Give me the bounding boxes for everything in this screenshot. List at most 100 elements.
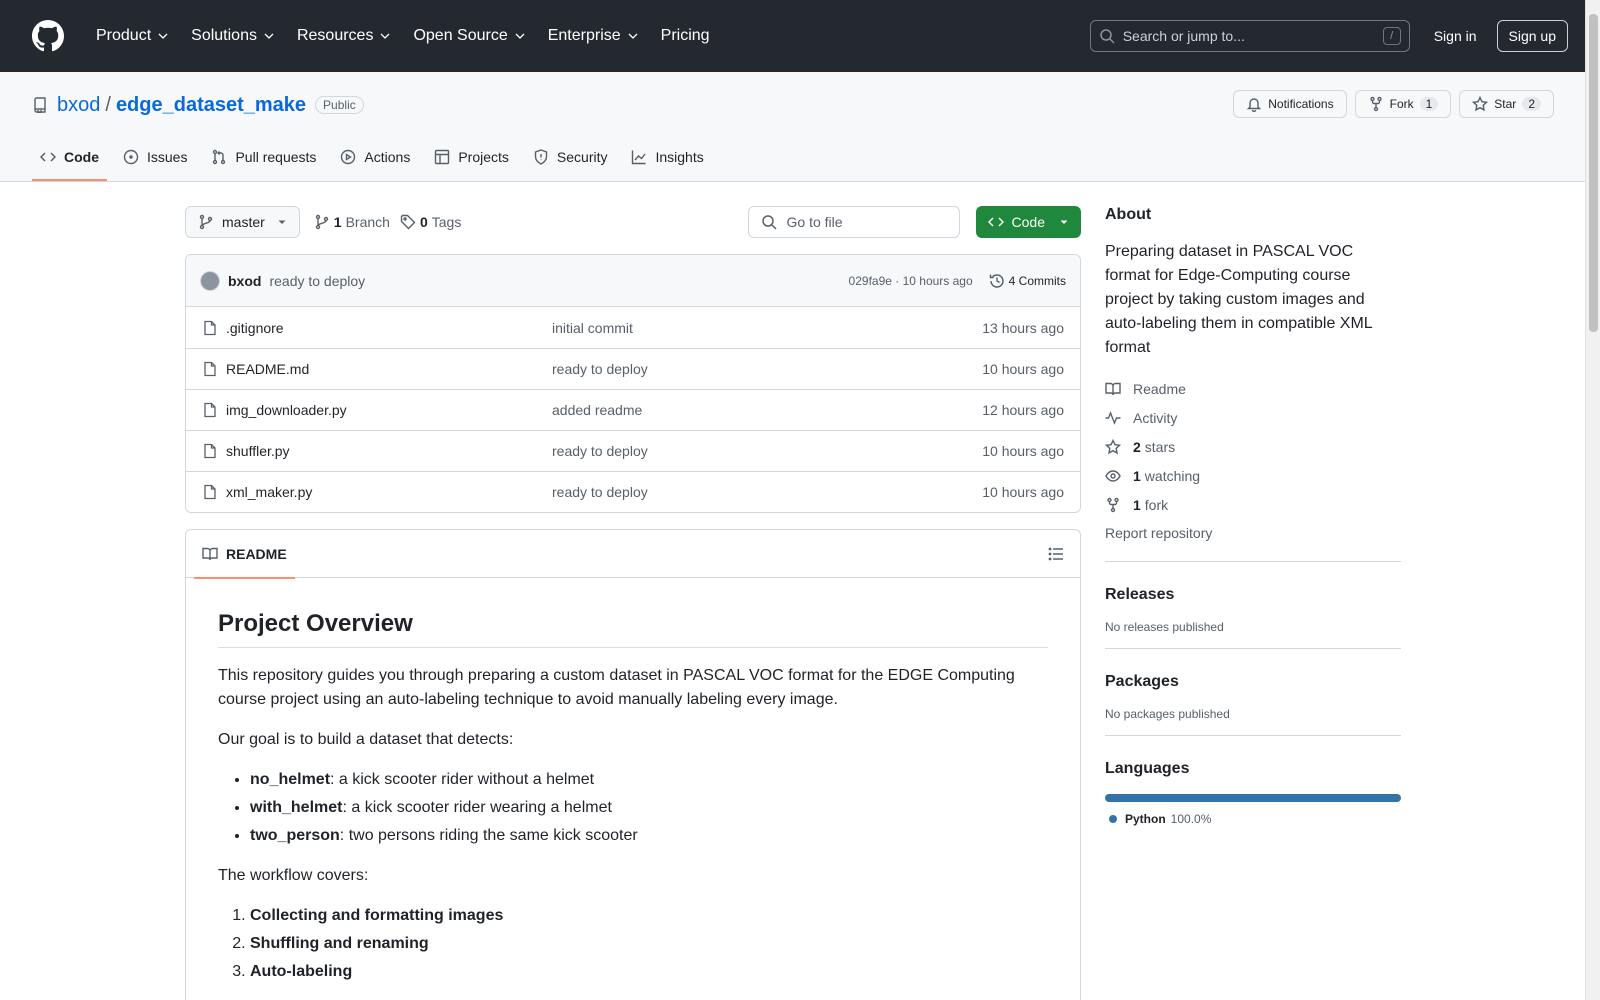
nav-resources[interactable]: Resources <box>287 18 403 54</box>
page-scrollbar[interactable] <box>1585 0 1600 1000</box>
star-button[interactable]: Star 2 <box>1459 90 1554 118</box>
readme-workflow: The workflow covers: <box>218 867 369 884</box>
tab-insights-label: Insights <box>655 149 704 165</box>
list-item: two_person: two persons riding the same … <box>250 824 1048 848</box>
global-header: Product Solutions Resources Open Source … <box>0 0 1600 72</box>
code-dropdown-button[interactable]: Code <box>975 206 1081 238</box>
outline-list-icon[interactable] <box>1048 546 1064 562</box>
readme-panel: README Project Overview This repository … <box>185 529 1081 1000</box>
file-commit-message[interactable]: added readme <box>552 402 982 418</box>
readme-goal: Our goal is to build a dataset that dete… <box>218 731 514 748</box>
branches-link[interactable]: 1 Branch <box>314 214 390 230</box>
fork-button[interactable]: Fork 1 <box>1354 90 1452 118</box>
sign-in-link[interactable]: Sign in <box>1434 28 1477 44</box>
repo-name-link[interactable]: edge_dataset_make <box>116 94 306 117</box>
nav-open-source[interactable]: Open Source <box>403 18 537 54</box>
file-name-link[interactable]: shuffler.py <box>202 443 552 459</box>
star-label: Star <box>1494 97 1517 111</box>
sign-up-button[interactable]: Sign up <box>1496 20 1568 52</box>
file-list: bxod ready to deploy 029fa9e · 10 hours … <box>185 254 1081 513</box>
code-icon <box>987 217 1004 227</box>
stars-link[interactable]: 2 stars <box>1105 432 1401 461</box>
repo-owner-link[interactable]: bxod <box>57 94 100 117</box>
commit-message[interactable]: ready to deploy <box>269 273 365 289</box>
class-desc: : two persons riding the same kick scoot… <box>339 827 638 844</box>
tab-code[interactable]: Code <box>32 133 107 181</box>
language-python[interactable]: Python 100.0% <box>1105 812 1401 826</box>
stars-count: 2 <box>1133 438 1141 455</box>
search-input[interactable]: Search or jump to... / <box>1089 20 1410 52</box>
tab-actions[interactable]: Actions <box>332 133 418 181</box>
list-item: no_helmet: a kick scooter rider without … <box>250 768 1048 792</box>
chevron-down-icon <box>515 33 525 39</box>
file-commit-message[interactable]: ready to deploy <box>552 484 982 500</box>
tab-insights[interactable]: Insights <box>623 133 711 181</box>
releases-title[interactable]: Releases <box>1105 586 1401 604</box>
commit-author[interactable]: bxod <box>228 273 261 289</box>
report-repository-link[interactable]: Report repository <box>1105 519 1401 547</box>
file-name-link[interactable]: img_downloader.py <box>202 402 552 418</box>
forks-link[interactable]: 1 fork <box>1105 490 1401 519</box>
readme-header: README <box>186 530 1080 579</box>
workflow-steps: Collecting and formatting images Shuffli… <box>218 904 1048 984</box>
tag-icon <box>400 214 416 230</box>
header-nav: Product Solutions Resources Open Source … <box>86 18 720 54</box>
table-row: shuffler.py ready to deploy 10 hours ago <box>186 430 1080 471</box>
readme-title: Project Overview <box>218 610 1048 648</box>
star-icon <box>1105 438 1121 454</box>
tab-projects[interactable]: Projects <box>426 133 517 181</box>
nav-pricing[interactable]: Pricing <box>651 18 720 54</box>
nav-enterprise-label: Enterprise <box>547 27 621 44</box>
watching-count: 1 <box>1133 467 1141 484</box>
file-icon <box>204 443 216 459</box>
file-name-link[interactable]: .gitignore <box>202 320 552 336</box>
nav-product[interactable]: Product <box>86 18 181 54</box>
tab-projects-label: Projects <box>458 149 509 165</box>
nav-open-source-label: Open Source <box>413 27 508 44</box>
about-description: Preparing dataset in PASCAL VOC format f… <box>1105 243 1373 356</box>
packages-title[interactable]: Packages <box>1105 673 1401 691</box>
repo-icon <box>32 97 48 113</box>
github-logo-icon[interactable] <box>32 20 64 52</box>
tab-pull-requests[interactable]: Pull requests <box>203 133 324 181</box>
commit-hash-time[interactable]: 029fa9e · 10 hours ago <box>849 274 973 288</box>
file-name-link[interactable]: README.md <box>202 361 552 377</box>
file-commit-message[interactable]: initial commit <box>552 320 982 336</box>
tab-issues[interactable]: Issues <box>115 133 195 181</box>
file-commit-message[interactable]: ready to deploy <box>552 443 982 459</box>
tab-security[interactable]: Security <box>525 133 616 181</box>
branch-select-button[interactable]: master <box>185 206 300 238</box>
eye-icon <box>1105 469 1121 482</box>
about-title: About <box>1105 206 1152 223</box>
file-commit-message[interactable]: ready to deploy <box>552 361 982 377</box>
tab-pull-requests-label: Pull requests <box>235 149 317 165</box>
file-name-link[interactable]: xml_maker.py <box>202 484 552 500</box>
notifications-button[interactable]: Notifications <box>1233 90 1347 118</box>
commits-link[interactable]: 4 Commits <box>989 273 1066 289</box>
list-item: Shuffling and renaming <box>250 932 1048 956</box>
languages-section: Languages Python 100.0% <box>1105 735 1401 826</box>
watching-link[interactable]: 1 watching <box>1105 461 1401 490</box>
class-desc: : a kick scooter rider without a helmet <box>330 771 595 788</box>
book-icon <box>1105 382 1121 395</box>
packages-empty-text: No packages published <box>1105 707 1230 721</box>
scrollbar-thumb[interactable] <box>1589 14 1598 332</box>
tags-link[interactable]: 0 Tags <box>400 214 461 230</box>
file-commit-time: 10 hours ago <box>982 443 1064 459</box>
repo-path-separator: / <box>105 93 111 116</box>
file-name: shuffler.py <box>226 443 290 459</box>
readme-link[interactable]: Readme <box>1105 374 1401 403</box>
readme-tab[interactable]: README <box>194 530 295 579</box>
nav-solutions[interactable]: Solutions <box>181 18 287 54</box>
readme-body: Project Overview This repository guides … <box>186 578 1080 1000</box>
avatar[interactable] <box>200 270 220 291</box>
nav-enterprise[interactable]: Enterprise <box>538 18 651 54</box>
watching-label: watching <box>1144 467 1201 484</box>
table-row: xml_maker.py ready to deploy 10 hours ago <box>186 471 1080 512</box>
history-icon <box>989 273 1004 288</box>
go-to-file-input[interactable]: Go to file <box>747 206 960 238</box>
tag-count: 0 <box>419 214 428 230</box>
code-button-label: Code <box>1011 214 1045 230</box>
activity-link[interactable]: Activity <box>1105 403 1401 432</box>
file-name: README.md <box>226 361 310 377</box>
